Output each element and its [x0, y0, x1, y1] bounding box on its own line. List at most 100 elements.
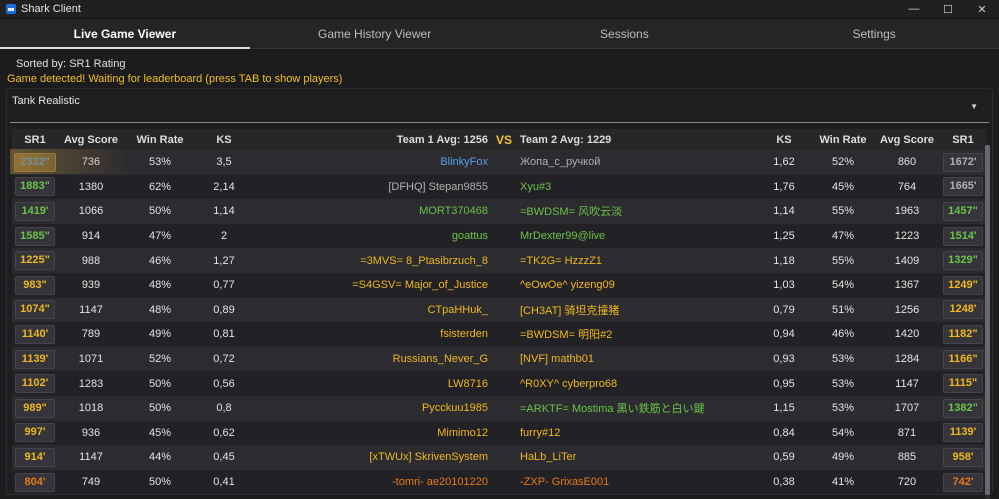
player-name-team2[interactable]: =TK2G= HzzzZ1: [514, 255, 756, 267]
header-avg-score-right[interactable]: Avg Score: [874, 134, 940, 146]
sr1-cell-left: 1585": [12, 226, 58, 246]
player-name-team2[interactable]: furry#12: [514, 427, 756, 439]
minimize-icon[interactable]: —: [897, 0, 931, 18]
player-name-team1[interactable]: BlinkyFox: [252, 156, 494, 168]
header-sr1-left[interactable]: SR1: [12, 134, 58, 146]
sr1-badge-right: 1249": [943, 275, 983, 295]
sr1-badge-right: 1382": [943, 398, 983, 418]
player-name-team1[interactable]: LW8716: [252, 378, 494, 390]
player-name-team2[interactable]: -ZXP- GrixasE001: [514, 476, 756, 488]
table-body: 2332" 736 53% 3,5 BlinkyFox Жопа_с_ручкой 1,62…: [10, 148, 986, 495]
player-name-team1[interactable]: =3MVS= 8_Ptasibrzuch_8: [252, 255, 494, 267]
win-rate-right: 45%: [831, 180, 855, 193]
player-name-team2[interactable]: ^eOwOe^ yizeng09: [514, 279, 756, 291]
close-icon[interactable]: ✕: [965, 0, 999, 18]
win-rate-right: 49%: [831, 451, 855, 464]
table-row[interactable]: 1140' 789 49% 0,81 fsisterden =BWDSM= 明阳#2 0,9…: [12, 322, 986, 347]
player-name-team1[interactable]: CTpaHHuk_: [252, 304, 494, 316]
header-win-rate-right[interactable]: Win Rate: [812, 134, 874, 146]
table-row[interactable]: 914' 1147 44% 0,45 [xTWUx] SkrivenSystem HaLb…: [12, 445, 986, 470]
sr1-cell-right: 1166": [940, 349, 986, 369]
table-row[interactable]: 983" 939 48% 0,77 =S4GSV= Major_of_Justice ^e…: [12, 272, 986, 298]
sr1-cell-right: 1329": [940, 251, 986, 271]
table-row[interactable]: 1419' 1066 50% 1,14 MORT370468 =BWDSM= 风吹云淡 1,…: [12, 199, 986, 224]
header-ks-left[interactable]: KS: [196, 134, 252, 146]
leaderboard-panel: Tank Realistic ▼ SR1 Avg Score Win Rate …: [6, 88, 993, 499]
ks-left: 0,62: [213, 426, 235, 439]
player-name-team1[interactable]: Pycckuu1985: [252, 402, 494, 414]
player-name-team2[interactable]: [NVF] mathb01: [514, 353, 756, 365]
win-rate-left: 52%: [148, 353, 172, 366]
table-row[interactable]: 1139' 1071 52% 0,72 Russians_Never_G [NVF] ma…: [12, 346, 986, 372]
sr1-cell-left: 1139': [12, 349, 58, 369]
ks-right: 1,15: [773, 402, 795, 415]
tab-sessions[interactable]: Sessions: [500, 19, 750, 48]
ks-right: 0,79: [773, 303, 795, 316]
header-win-rate-left[interactable]: Win Rate: [124, 134, 196, 146]
tab-settings[interactable]: Settings: [749, 19, 999, 48]
avg-score-right: 1420: [894, 328, 920, 341]
header-ks-right[interactable]: KS: [756, 134, 812, 146]
player-name-team1[interactable]: -tomri- ae20101220: [252, 476, 494, 488]
chevron-down-icon[interactable]: ▼: [970, 102, 978, 111]
avg-score-right: 1256: [894, 303, 920, 316]
table-row[interactable]: 989" 1018 50% 0,8 Pycckuu1985 =ARKTF= Mostima…: [12, 395, 986, 421]
sr1-badge-right: 1248': [943, 300, 983, 320]
player-name-team2[interactable]: =BWDSM= 风吹云淡: [514, 203, 756, 219]
player-name-team2[interactable]: Xyu#3: [514, 181, 756, 193]
header-sr1-right[interactable]: SR1: [940, 134, 986, 146]
table-row[interactable]: 2332" 736 53% 3,5 BlinkyFox Жопа_с_ручкой 1,62…: [10, 148, 986, 175]
table-row[interactable]: 1883" 1380 62% 2,14 [DFHQ] Stepan9855 Xyu#3 1,…: [12, 174, 986, 200]
player-name-team2[interactable]: MrDexter99@live: [514, 230, 756, 242]
scrollbar-thumb[interactable]: [985, 145, 990, 495]
maximize-icon[interactable]: ☐: [931, 0, 965, 18]
player-name-team2[interactable]: HaLb_LiTer: [514, 451, 756, 463]
sr1-badge-right: 1115": [943, 374, 983, 394]
player-name-team1[interactable]: [DFHQ] Stepan9855: [252, 181, 494, 193]
win-rate-right: 54%: [831, 279, 855, 292]
player-name-team2[interactable]: ^R0XY^ cyberpro68: [514, 378, 756, 390]
win-rate-right: 53%: [831, 402, 855, 415]
avg-score-left: 988: [81, 254, 101, 267]
avg-score-left: 749: [81, 476, 101, 489]
sr1-cell-right: 1248': [940, 300, 986, 320]
win-rate-right: 55%: [831, 205, 855, 218]
win-rate-right: 54%: [831, 426, 855, 439]
player-name-team2[interactable]: [CH3AT] 骑坦克撞猪: [514, 302, 756, 318]
header-avg-score-left[interactable]: Avg Score: [58, 134, 124, 146]
win-rate-right: 55%: [831, 254, 855, 267]
table-row[interactable]: 1074" 1147 48% 0,89 CTpaHHuk_ [CH3AT] 骑坦克撞猪 0,…: [12, 297, 986, 323]
player-name-team1[interactable]: fsisterden: [252, 328, 494, 340]
sr1-cell-right: 958': [940, 447, 986, 467]
tab-game-history-viewer[interactable]: Game History Viewer: [250, 19, 500, 48]
sr1-badge-left: 1139': [15, 349, 55, 369]
win-rate-left: 49%: [148, 328, 172, 341]
player-name-team1[interactable]: MORT370468: [252, 205, 494, 217]
avg-score-left: 1066: [78, 205, 104, 218]
player-name-team1[interactable]: Mimimo12: [252, 427, 494, 439]
sr1-badge-right: 1182": [943, 324, 983, 344]
table-row[interactable]: 997' 936 45% 0,62 Mimimo12 furry#12 0,84 54% 871…: [12, 420, 986, 446]
window-title: Shark Client: [21, 3, 81, 15]
player-name-team2[interactable]: =BWDSM= 明阳#2: [514, 326, 756, 342]
sr1-cell-right: 742': [940, 472, 986, 492]
table-row[interactable]: 804' 749 50% 0,41 -tomri- ae20101220 -ZXP- Gr…: [12, 469, 986, 495]
avg-score-left: 1147: [79, 303, 103, 316]
win-rate-right: 47%: [831, 230, 855, 243]
player-name-team1[interactable]: goattus: [252, 230, 494, 242]
table-row[interactable]: 1585" 914 47% 2 goattus MrDexter99@live 1,25 47…: [12, 223, 986, 249]
sr1-badge-left: 1074": [15, 300, 55, 320]
player-name-team1[interactable]: =S4GSV= Major_of_Justice: [252, 279, 494, 291]
ks-right: 0,94: [773, 328, 795, 341]
tab-live-game-viewer[interactable]: Live Game Viewer: [0, 19, 250, 49]
table-row[interactable]: 1225" 988 46% 1,27 =3MVS= 8_Ptasibrzuch_8 =TK…: [12, 248, 986, 273]
ks-left: 0,89: [213, 303, 235, 316]
player-name-team2[interactable]: Жопа_с_ручкой: [514, 156, 756, 168]
map-select[interactable]: Tank Realistic: [12, 95, 80, 107]
player-name-team1[interactable]: [xTWUx] SkrivenSystem: [252, 451, 494, 463]
table-row[interactable]: 1102' 1283 50% 0,56 LW8716 ^R0XY^ cyberpro68 0…: [12, 371, 986, 396]
player-name-team2[interactable]: =ARKTF= Mostima 黒い鉄筋と白い鍵: [514, 400, 756, 416]
sr1-badge-right: 1329": [943, 251, 983, 271]
sr1-cell-left: 1140': [12, 324, 58, 344]
player-name-team1[interactable]: Russians_Never_G: [252, 353, 494, 365]
